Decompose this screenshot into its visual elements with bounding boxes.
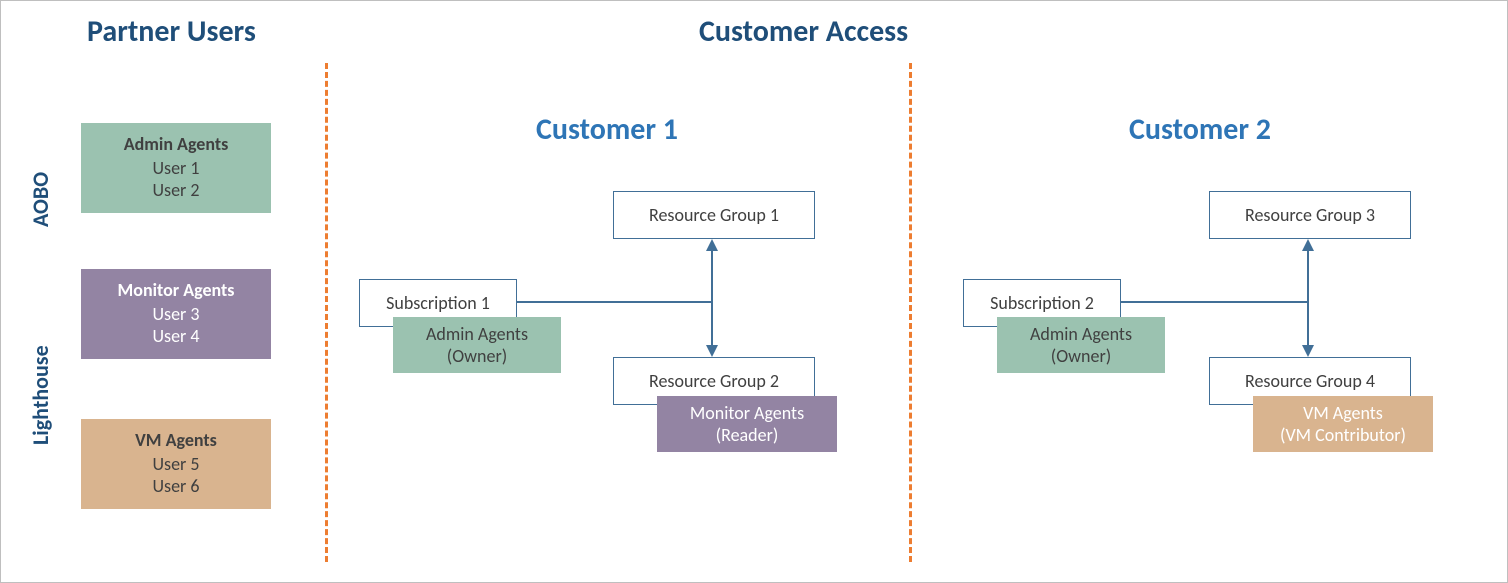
role-vm-cust2-l1: VM Agents — [1253, 402, 1433, 424]
role-admin-owner-cust1: Admin Agents (Owner) — [393, 317, 561, 373]
role-admin-cust1-l1: Admin Agents — [393, 323, 561, 345]
role-admin-cust2-l2: (Owner) — [997, 345, 1165, 367]
group-admin-user2: User 2 — [81, 179, 271, 201]
role-monitor-reader-cust1: Monitor Agents (Reader) — [657, 396, 837, 452]
role-admin-cust1-l2: (Owner) — [393, 345, 561, 367]
group-monitor-title: Monitor Agents — [81, 279, 271, 301]
role-monitor-cust1-l2: (Reader) — [657, 424, 837, 446]
group-vm-user2: User 6 — [81, 475, 271, 497]
divider-1 — [325, 63, 328, 562]
connector-h-cust2 — [1121, 301, 1307, 303]
role-monitor-cust1-l1: Monitor Agents — [657, 402, 837, 424]
group-vm-user1: User 5 — [81, 453, 271, 475]
box-resource-group-3: Resource Group 3 — [1209, 191, 1411, 239]
side-label-aobo: AOBO — [27, 172, 54, 227]
group-admin-agents: Admin Agents User 1 User 2 — [81, 123, 271, 213]
diagram-frame: Partner Users Customer Access AOBO Light… — [0, 0, 1508, 583]
divider-2 — [909, 63, 912, 562]
role-vm-cust2-l2: (VM Contributor) — [1253, 424, 1433, 446]
header-customer-access: Customer Access — [699, 13, 908, 50]
role-admin-cust2-l1: Admin Agents — [997, 323, 1165, 345]
group-admin-title: Admin Agents — [81, 133, 271, 155]
group-vm-agents: VM Agents User 5 User 6 — [81, 419, 271, 509]
arrow-down-cust2 — [1302, 345, 1314, 357]
arrow-up-cust2 — [1302, 239, 1314, 251]
group-monitor-user2: User 4 — [81, 325, 271, 347]
header-customer-2: Customer 2 — [1129, 111, 1271, 148]
role-vm-contributor-cust2: VM Agents (VM Contributor) — [1253, 396, 1433, 452]
role-admin-owner-cust2: Admin Agents (Owner) — [997, 317, 1165, 373]
group-monitor-agents: Monitor Agents User 3 User 4 — [81, 269, 271, 359]
header-customer-1: Customer 1 — [536, 111, 678, 148]
group-vm-title: VM Agents — [81, 429, 271, 451]
connector-v-cust2 — [1307, 249, 1309, 345]
header-partner-users: Partner Users — [87, 13, 256, 50]
connector-h-cust1 — [517, 301, 711, 303]
box-resource-group-1: Resource Group 1 — [613, 191, 815, 239]
connector-v-cust1 — [711, 249, 713, 345]
arrow-up-cust1 — [706, 239, 718, 251]
arrow-down-cust1 — [706, 345, 718, 357]
group-admin-user1: User 1 — [81, 157, 271, 179]
group-monitor-user1: User 3 — [81, 303, 271, 325]
side-label-lighthouse: Lighthouse — [27, 345, 54, 445]
